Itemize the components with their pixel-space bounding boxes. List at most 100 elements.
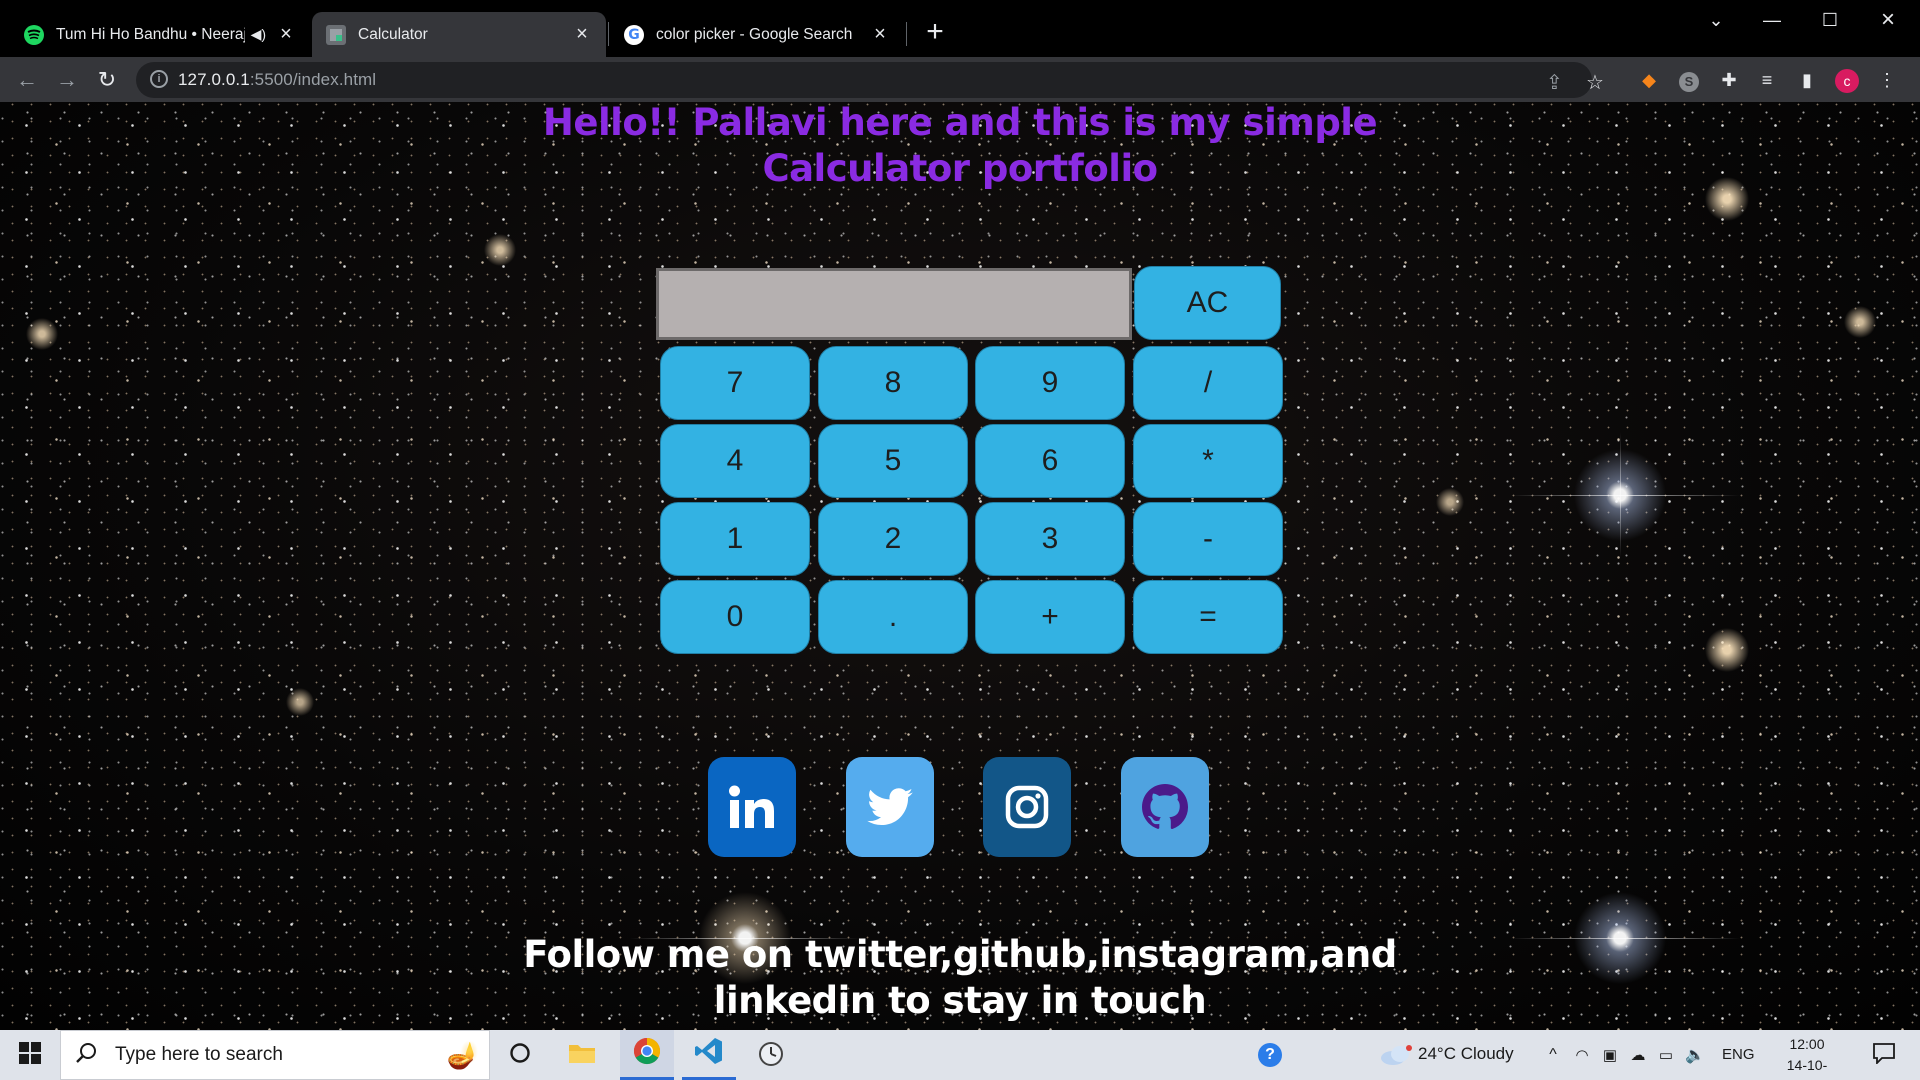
- maximize-button[interactable]: ☐: [1810, 6, 1850, 34]
- vscode-taskbar-button[interactable]: [682, 1030, 736, 1080]
- diwali-lamp-icon: 🪔: [446, 1039, 479, 1070]
- start-button[interactable]: [0, 1030, 60, 1080]
- minimize-button[interactable]: —: [1752, 6, 1792, 34]
- task-view-button[interactable]: [494, 1030, 546, 1080]
- notification-icon: [1872, 1042, 1896, 1069]
- browser-tab-strip: Tum Hi Ho Bandhu • Neeraj Shridhar, Kavi…: [0, 0, 1920, 57]
- browser-menu-icon[interactable]: ⋮: [1874, 67, 1900, 93]
- close-tab-icon[interactable]: ×: [276, 23, 296, 46]
- footer-text: Follow me on twitter,github,instagram,an…: [523, 933, 1397, 1022]
- key-multiply[interactable]: *: [1133, 424, 1283, 498]
- address-bar[interactable]: i 127.0.0.1:5500/index.html ⇪ ☆: [136, 62, 1604, 98]
- star-flare: [1620, 432, 1621, 558]
- tab-title: Calculator: [358, 25, 428, 43]
- key-3[interactable]: 3: [975, 502, 1125, 576]
- key-4[interactable]: 4: [660, 424, 810, 498]
- bookmark-star-icon[interactable]: ☆: [1586, 70, 1604, 95]
- page-heading: Hello!! Pallavi here and this is my simp…: [542, 102, 1378, 190]
- tab-separator: [906, 22, 907, 46]
- key-2[interactable]: 2: [818, 502, 968, 576]
- side-panel-icon[interactable]: ▮: [1794, 67, 1820, 93]
- url-text[interactable]: 127.0.0.1:5500/index.html: [178, 70, 376, 90]
- close-tab-icon[interactable]: ×: [870, 23, 890, 46]
- cloudy-weather-icon: [1376, 1030, 1416, 1080]
- taskbar-search-input[interactable]: Type here to search 🪔: [60, 1030, 490, 1080]
- notification-center-button[interactable]: [1864, 1030, 1904, 1080]
- key-5[interactable]: 5: [818, 424, 968, 498]
- key-add[interactable]: +: [975, 580, 1125, 654]
- star-flare: [1510, 938, 1740, 939]
- linkedin-icon: [728, 784, 776, 830]
- calculator-display[interactable]: [656, 268, 1132, 340]
- tab-separator: [608, 22, 609, 46]
- page-favicon: [326, 24, 346, 45]
- key-divide[interactable]: /: [1133, 346, 1283, 420]
- windows-icon: [19, 1041, 41, 1069]
- battery-icon[interactable]: ▭: [1652, 1030, 1680, 1080]
- instagram-link[interactable]: [983, 757, 1071, 857]
- twitter-icon: [867, 788, 913, 826]
- file-explorer-button[interactable]: [556, 1030, 608, 1080]
- wifi-icon[interactable]: ◠: [1568, 1030, 1596, 1080]
- tab-spotify[interactable]: Tum Hi Ho Bandhu • Neeraj Shridhar, Kavi…: [10, 12, 310, 57]
- reload-button[interactable]: ↻: [92, 65, 122, 95]
- key-subtract[interactable]: -: [1133, 502, 1283, 576]
- key-8[interactable]: 8: [818, 346, 968, 420]
- key-6[interactable]: 6: [975, 424, 1125, 498]
- twitter-link[interactable]: [846, 757, 934, 857]
- media-control-icon[interactable]: ≡: [1754, 67, 1780, 93]
- key-clear[interactable]: AC: [1134, 266, 1281, 340]
- clock[interactable]: 12:00 14-10-2022: [1772, 1034, 1842, 1080]
- linkedin-link[interactable]: [708, 757, 796, 857]
- tab-google-search[interactable]: G color picker - Google Search ×: [610, 12, 904, 57]
- tab-title: color picker - Google Search: [656, 25, 853, 43]
- browser-toolbar: ← → ↻ i 127.0.0.1:5500/index.html ⇪ ☆ ◆ …: [0, 57, 1920, 102]
- extension-s-icon[interactable]: S: [1676, 67, 1702, 93]
- meet-now-icon[interactable]: ▣: [1596, 1030, 1624, 1080]
- github-icon: [1142, 784, 1188, 830]
- share-icon[interactable]: ⇪: [1546, 70, 1563, 95]
- search-icon: [75, 1042, 97, 1069]
- key-0[interactable]: 0: [660, 580, 810, 654]
- star-flare: [1510, 495, 1740, 496]
- new-tab-button[interactable]: +: [920, 16, 950, 48]
- key-9[interactable]: 9: [975, 346, 1125, 420]
- task-view-icon: [509, 1042, 531, 1069]
- clock-time: 12:00: [1789, 1036, 1825, 1052]
- forward-button[interactable]: →: [52, 65, 82, 95]
- volume-icon[interactable]: 🔈: [1680, 1030, 1710, 1080]
- tab-title: Tum Hi Ho Bandhu • Neeraj Shridhar, Kavi…: [56, 25, 245, 43]
- google-icon: G: [624, 24, 644, 45]
- site-info-icon[interactable]: i: [150, 70, 168, 88]
- close-tab-icon[interactable]: ×: [572, 23, 592, 46]
- profile-avatar[interactable]: c: [1834, 67, 1860, 93]
- key-1[interactable]: 1: [660, 502, 810, 576]
- chrome-taskbar-button[interactable]: [620, 1030, 674, 1080]
- tab-calculator[interactable]: Calculator ×: [312, 12, 606, 57]
- speaker-icon[interactable]: ◀): [251, 26, 266, 43]
- github-link[interactable]: [1121, 757, 1209, 857]
- close-window-button[interactable]: ×: [1868, 6, 1908, 34]
- key-equals[interactable]: =: [1133, 580, 1283, 654]
- chrome-icon: [633, 1037, 661, 1070]
- help-icon[interactable]: ?: [1250, 1030, 1290, 1080]
- back-button[interactable]: ←: [12, 65, 42, 95]
- instagram-icon: [1005, 785, 1049, 829]
- weather-text[interactable]: 24°C Cloudy: [1418, 1044, 1514, 1064]
- clock-app-button[interactable]: [744, 1030, 798, 1080]
- clock-date: 14-10-2022: [1786, 1057, 1828, 1080]
- key-decimal[interactable]: .: [818, 580, 968, 654]
- url-path: :5500/index.html: [249, 70, 377, 89]
- metamask-extension-icon[interactable]: ◆: [1636, 67, 1662, 93]
- page-viewport: Hello!! Pallavi here and this is my simp…: [0, 102, 1920, 1030]
- profile-initial: c: [1835, 69, 1859, 93]
- windows-taskbar: Type here to search 🪔 ? 24°C Cloudy ^ ◠ …: [0, 1030, 1920, 1080]
- language-indicator[interactable]: ENG: [1722, 1046, 1755, 1063]
- extensions-puzzle-icon[interactable]: ✚: [1716, 67, 1742, 93]
- key-7[interactable]: 7: [660, 346, 810, 420]
- tab-search-icon[interactable]: ⌄: [1696, 6, 1736, 34]
- onedrive-icon[interactable]: ☁: [1624, 1030, 1652, 1080]
- url-host: 127.0.0.1: [178, 70, 250, 89]
- folder-icon: [568, 1042, 596, 1069]
- show-hidden-icons-icon[interactable]: ^: [1538, 1030, 1568, 1080]
